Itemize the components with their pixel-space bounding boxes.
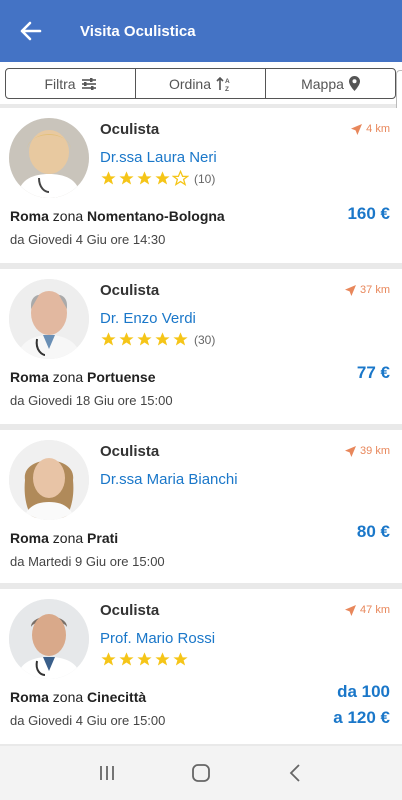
zone-word: zona <box>52 208 84 224</box>
specialty-label: Oculista <box>100 443 160 460</box>
map-button[interactable]: Mappa <box>265 68 396 99</box>
rating-stars <box>100 651 189 668</box>
city: Roma <box>10 208 49 224</box>
price: 160 € <box>347 204 390 223</box>
location: Roma zona Portuense <box>10 369 156 385</box>
star-icon <box>155 332 170 346</box>
specialty-label: Oculista <box>100 602 160 619</box>
star-icon <box>173 652 188 666</box>
zone-name: Prati <box>87 530 119 546</box>
system-nav-bar <box>0 746 402 800</box>
map-pin-icon <box>348 76 360 91</box>
city: Roma <box>10 689 49 705</box>
app-bar: Visita Oculistica <box>0 0 402 62</box>
price: 80 € <box>356 522 390 541</box>
review-count: (30) <box>194 332 216 347</box>
doctor-name-link[interactable]: Dr. Enzo Verdi <box>100 310 196 327</box>
price-from: da 100 <box>337 682 390 701</box>
availability: da Martedi 9 Giu ore 15:00 <box>10 554 165 569</box>
home-button[interactable] <box>181 753 221 793</box>
sort-az-icon: A Z <box>216 76 230 92</box>
specialty-label: Oculista <box>100 282 160 299</box>
doctor-name-link[interactable]: Prof. Mario Rossi <box>100 630 215 647</box>
zone-word: zona <box>52 530 84 546</box>
filter-bar: Filtra Ordina A Z Mappa <box>0 62 402 104</box>
location: Roma zona Cinecittà <box>10 689 146 705</box>
recent-apps-button[interactable] <box>87 753 127 793</box>
star-icon <box>101 171 116 185</box>
recent-apps-icon <box>100 766 114 780</box>
distance: 47 km <box>345 604 390 616</box>
price: 77 € <box>356 363 390 382</box>
distance-value: 47 km <box>360 604 390 616</box>
filter-label: Filtra <box>44 75 76 92</box>
navigation-arrow-icon <box>345 284 357 296</box>
doctor-name-link[interactable]: Dr.ssa Maria Bianchi <box>100 471 238 488</box>
distance-value: 37 km <box>360 284 390 296</box>
chevron-left-icon <box>289 764 300 782</box>
star-icon <box>119 652 134 666</box>
sort-button[interactable]: Ordina A Z <box>135 68 266 99</box>
availability: da Giovedi 4 Giu ore 15:00 <box>10 713 166 728</box>
distance-value: 39 km <box>360 445 390 457</box>
star-icon <box>119 332 134 346</box>
availability: da Giovedi 4 Giu ore 14:30 <box>10 232 166 247</box>
location: Roma zona Nomentano-Bologna <box>10 208 225 224</box>
star-icon <box>101 652 116 666</box>
city: Roma <box>10 369 49 385</box>
doctor-card[interactable]: Oculista Prof. Mario Rossi 47 km Roma zo… <box>0 589 402 744</box>
star-icon <box>155 652 170 666</box>
availability: da Giovedi 18 Giu ore 15:00 <box>10 393 173 408</box>
zone-word: zona <box>52 369 84 385</box>
navigation-arrow-icon <box>351 123 363 135</box>
map-label: Mappa <box>301 75 344 92</box>
sort-label: Ordina <box>168 75 212 92</box>
star-icon <box>101 332 116 346</box>
navigation-arrow-icon <box>345 604 357 616</box>
location: Roma zona Prati <box>10 530 118 546</box>
back-button[interactable] <box>0 0 62 62</box>
svg-text:A: A <box>225 78 230 85</box>
navigation-arrow-icon <box>345 445 357 457</box>
filter-button[interactable]: Filtra <box>5 68 136 99</box>
distance: 4 km <box>351 123 390 135</box>
doctor-card[interactable]: Oculista Dr. Enzo Verdi (30) 37 km Roma … <box>0 269 402 424</box>
star-icon <box>137 171 152 185</box>
doctor-card[interactable]: Oculista Dr.ssa Maria Bianchi 39 km Roma… <box>0 430 402 583</box>
system-back-button[interactable] <box>275 753 315 793</box>
doctor-avatar <box>9 118 89 198</box>
doctor-card[interactable]: Oculista Dr.ssa Laura Neri (10) 4 km Rom… <box>0 108 402 263</box>
zone-name: Portuense <box>87 369 156 385</box>
rating-stars: (10) <box>100 170 215 187</box>
zone-word: zona <box>52 689 84 705</box>
zone-name: Nomentano-Bologna <box>87 208 225 224</box>
star-outline-icon <box>172 170 189 186</box>
doctor-name-link[interactable]: Dr.ssa Laura Neri <box>100 149 217 166</box>
doctor-avatar <box>9 599 89 679</box>
doctor-avatar <box>9 440 89 520</box>
svg-text:Z: Z <box>225 86 229 92</box>
rating-stars: (30) <box>100 331 215 348</box>
distance: 37 km <box>345 284 390 296</box>
distance: 39 km <box>345 445 390 457</box>
home-icon <box>192 764 210 782</box>
star-icon <box>137 332 152 346</box>
star-icon <box>119 171 134 185</box>
zone-name: Cinecittà <box>87 689 147 705</box>
distance-value: 4 km <box>366 123 390 135</box>
doctor-avatar <box>9 279 89 359</box>
price-to: a 120 € <box>333 708 390 727</box>
arrow-left-icon <box>20 21 42 41</box>
page-title: Visita Oculistica <box>80 22 196 40</box>
star-icon <box>173 332 188 346</box>
price-range: da 100 a 120 € <box>333 679 390 731</box>
specialty-label: Oculista <box>100 121 160 138</box>
sliders-icon <box>81 77 96 90</box>
review-count: (10) <box>194 171 216 186</box>
star-icon <box>155 171 170 185</box>
star-icon <box>137 652 152 666</box>
city: Roma <box>10 530 49 546</box>
